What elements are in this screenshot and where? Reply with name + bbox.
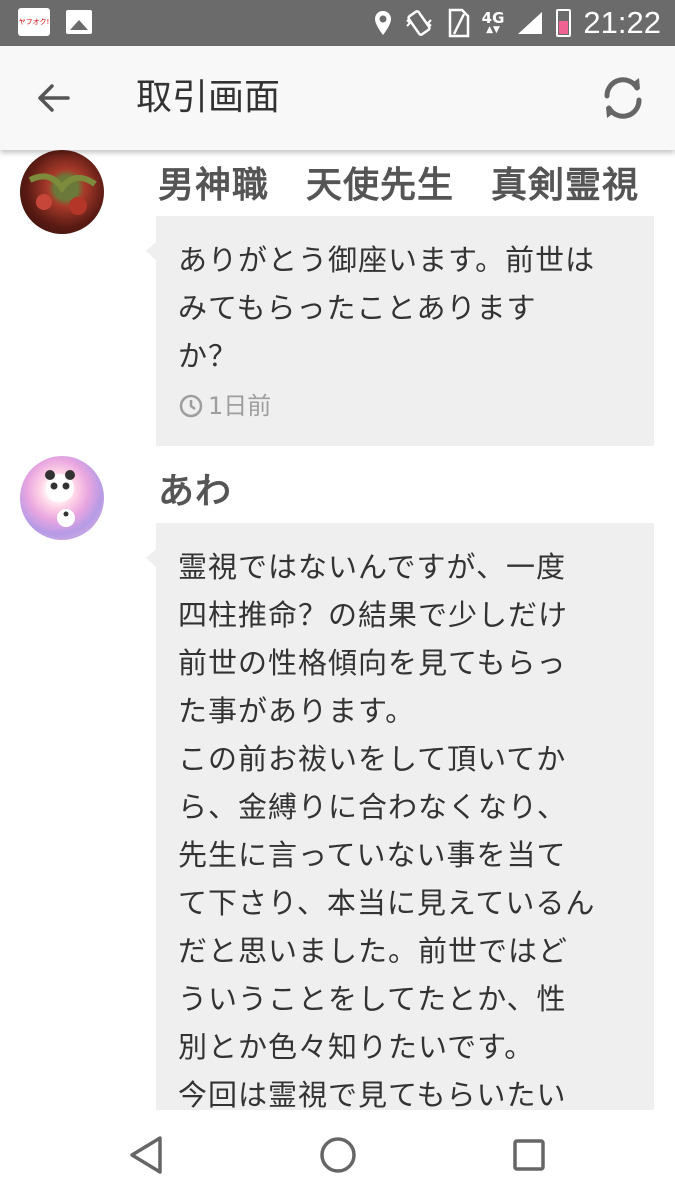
location-icon [374,11,391,35]
page-title: 取引画面 [136,77,281,118]
triangle-back-icon[interactable] [124,1132,170,1178]
no-sim-icon [448,8,469,38]
message-bubble: ありがとう御座います。前世は みてもらったことあります か？ 1日前 [146,216,654,446]
avatar[interactable] [20,150,104,234]
message-bubble: 霊視ではないんですが、一度 四柱推命？の結果で少しだけ 前世の性格傾向を見てもら… [146,523,654,1110]
vibrate-icon [405,10,432,36]
panda-pattern [45,470,75,527]
message-list[interactable]: 男神職 天使先生 真剣霊視 ありがとう御座います。前世は みてもらったことありま… [0,150,675,1110]
clock: 21:22 [583,5,661,40]
clock-icon [179,394,203,418]
refresh-icon[interactable] [595,70,651,126]
message-text: 霊視ではないんですが、一度 四柱推命？の結果で少しだけ 前世の性格傾向を見てもら… [178,550,596,1110]
message-text: ありがとう御座います。前世は みてもらったことあります か？ [178,243,596,373]
sender-name: あわ [158,471,233,512]
image-notification-icon [66,10,92,34]
arrow-left-icon[interactable] [28,72,80,124]
square-recents-icon[interactable] [506,1132,552,1178]
flower-pattern [28,173,97,215]
system-nav-bar [0,1110,675,1200]
status-bar: ヤフオク! 4G ▲▼ 21:22 [0,0,675,46]
sender-name: 男神職 天使先生 真剣霊視 [158,165,640,206]
yahuoku-notification-icon: ヤフオク! [18,8,50,36]
circle-home-icon[interactable] [315,1132,361,1178]
signal-icon [518,12,543,34]
battery-icon [556,9,572,37]
app-bar: 取引画面 [0,46,675,150]
message-timestamp: 1日前 [178,382,634,430]
avatar[interactable] [20,456,104,540]
network-type: 4G ▲▼ [481,9,505,36]
